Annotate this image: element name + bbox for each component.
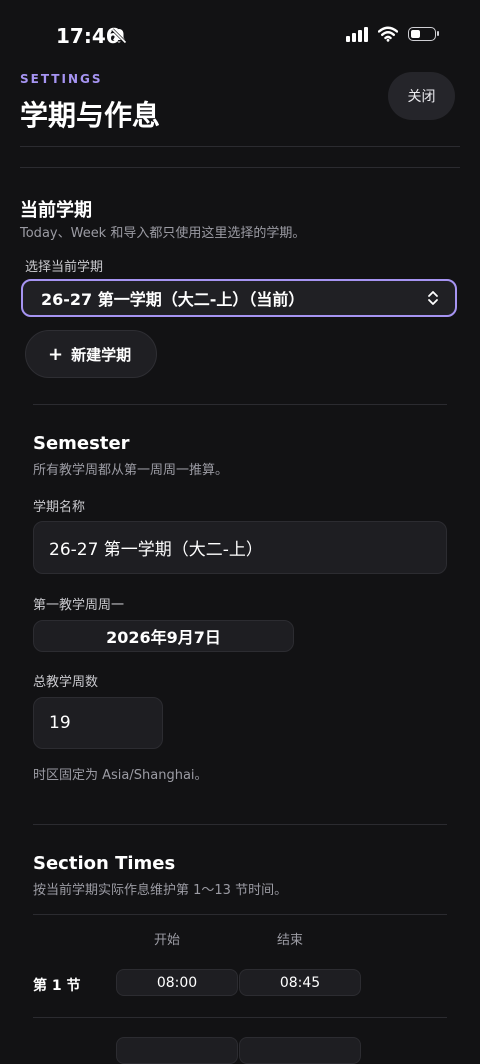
total-weeks-label: 总教学周数 [33,675,99,690]
semester-name-value: 26-27 第一学期（大二-上） [49,540,263,560]
plus-icon: + [48,343,64,365]
current-semester-description: Today、Week 和导入都只使用这里选择的学期。 [20,226,306,241]
signal-icon [346,26,368,42]
divider [33,914,447,915]
divider [33,1017,447,1018]
section-end-time-partial[interactable] [239,1037,361,1064]
semester-name-field[interactable]: 26-27 第一学期（大二-上） [33,521,447,574]
new-semester-label: 新建学期 [71,345,132,364]
close-button[interactable]: 关闭 [388,72,455,120]
divider [20,146,460,147]
semester-description: 所有教学周都从第一周周一推算。 [33,463,229,478]
chevron-up-down-icon [428,291,438,305]
semester-name-label: 学期名称 [33,500,86,515]
bell-slash-icon [111,28,127,44]
timezone-note: 时区固定为 Asia/Shanghai。 [33,768,208,783]
section-times-heading: Section Times [33,853,176,874]
current-semester-select[interactable]: 26-27 第一学期（大二-上）（当前） [21,279,457,317]
total-weeks-value: 19 [49,713,71,733]
start-date-value: 2026年9月7日 [106,628,221,647]
start-date-label: 第一教学周周一 [33,598,125,613]
section-start-time-partial[interactable] [116,1037,238,1064]
new-semester-button[interactable]: + 新建学期 [25,330,157,378]
settings-kicker: SETTINGS [20,72,103,86]
select-semester-label: 选择当前学期 [25,260,104,275]
status-indicators [346,26,439,42]
section-end-time[interactable]: 08:45 [239,969,361,996]
divider [33,824,447,825]
semester-heading: Semester [33,433,130,454]
current-semester-heading: 当前学期 [20,200,92,221]
start-date-picker[interactable]: 2026年9月7日 [33,620,294,652]
section-times-description: 按当前学期实际作息维护第 1～13 节时间。 [33,883,288,898]
selected-semester: 26-27 第一学期（大二-上）（当前） [41,290,305,309]
column-start-header: 开始 [154,933,181,948]
section-label: 第 1 节 [33,978,81,994]
page-title: 学期与作息 [20,99,161,132]
section-start-time[interactable]: 08:00 [116,969,238,996]
total-weeks-field[interactable]: 19 [33,697,163,749]
divider [33,404,447,405]
wifi-icon [378,26,398,42]
status-bar: 17:46 [0,0,480,70]
battery-icon [408,27,439,41]
column-end-header: 结束 [277,933,304,948]
divider [20,167,460,168]
